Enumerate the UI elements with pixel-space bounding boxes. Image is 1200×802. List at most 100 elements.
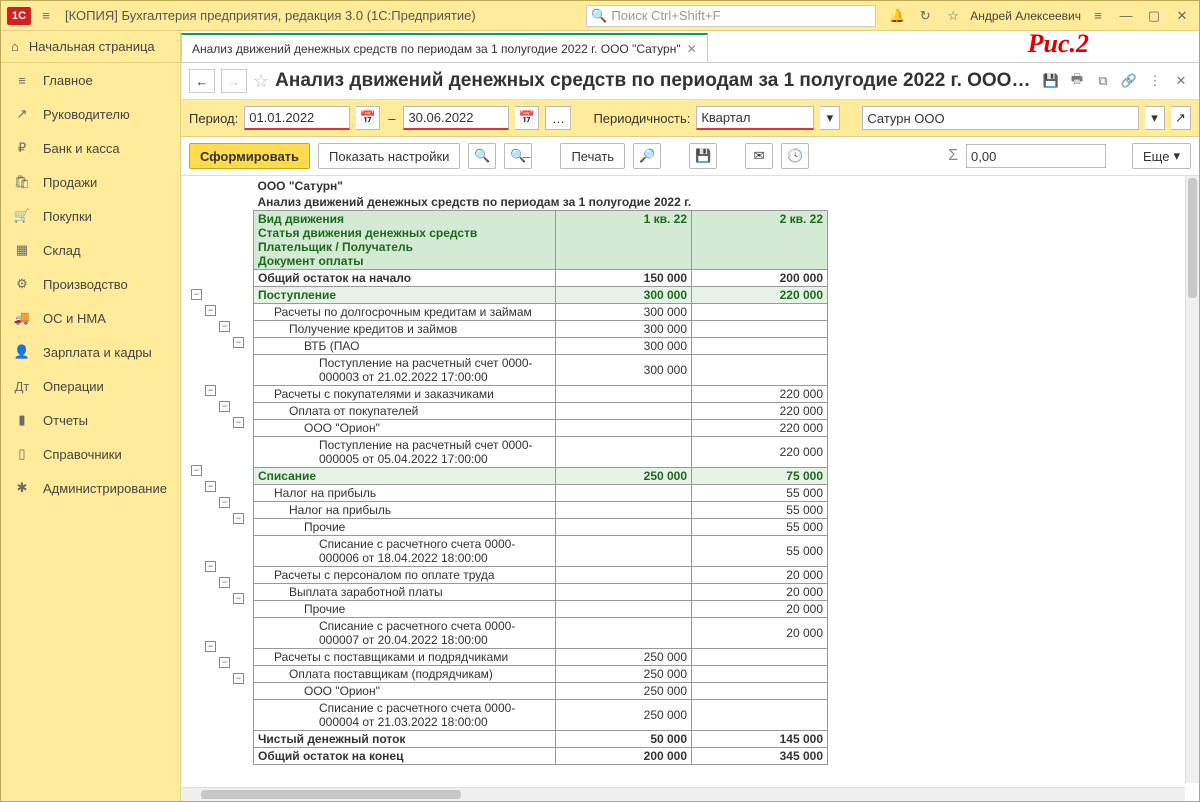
email-icon[interactable]: ✉ [745,143,773,169]
more-button[interactable]: Еще▾ [1132,143,1191,169]
close-page-icon[interactable]: ✕ [1171,71,1191,91]
save-file-icon[interactable]: 💾 [689,143,717,169]
table-row[interactable]: ООО "Орион"220 000 [254,420,828,437]
star-icon[interactable]: ☆ [942,5,964,27]
table-row[interactable]: Чистый денежный поток50 000145 000 [254,731,828,748]
expand-icon[interactable]: − [205,481,216,492]
date-to-calendar-icon[interactable]: 📅 [515,106,539,130]
expand-icon[interactable]: − [219,577,230,588]
table-row[interactable]: Поступление300 000220 000 [254,287,828,304]
table-row[interactable]: Списание с расчетного счета 0000-000004 … [254,700,828,731]
nav-item-1[interactable]: ↗Руководителю [1,97,180,131]
vertical-scrollbar[interactable] [1185,176,1199,783]
expand-icon[interactable]: − [219,657,230,668]
date-to-input[interactable]: 30.06.2022 [403,106,509,130]
nav-item-7[interactable]: 🚚ОС и НМА [1,301,180,335]
schedule-icon[interactable]: 🕓 [781,143,809,169]
table-row[interactable]: Списание с расчетного счета 0000-000007 … [254,618,828,649]
expand-icon[interactable]: − [191,465,202,476]
period-picker-button[interactable]: … [545,106,571,130]
table-row[interactable]: Прочие20 000 [254,601,828,618]
expand-icon[interactable]: − [219,497,230,508]
print-icon[interactable]: 🖶 [1067,71,1087,91]
nav-item-9[interactable]: ДтОперации [1,369,180,403]
table-row[interactable]: Выплата заработной платы20 000 [254,584,828,601]
org-open-icon[interactable]: ↗ [1171,106,1191,130]
table-row[interactable]: ВТБ (ПАО300 000 [254,338,828,355]
nav-item-4[interactable]: 🛒Покупки [1,199,180,233]
expand-icon[interactable]: − [233,593,244,604]
link-icon[interactable]: 🔗 [1119,71,1139,91]
nav-item-8[interactable]: 👤Зарплата и кадры [1,335,180,369]
table-row[interactable]: Оплата поставщикам (подрядчикам)250 000 [254,666,828,683]
table-row[interactable]: Общий остаток на конец200 000345 000 [254,748,828,765]
table-row[interactable]: Поступление на расчетный счет 0000-00000… [254,355,828,386]
periodicity-dropdown-icon[interactable]: ▾ [820,106,840,130]
expand-icon[interactable]: − [205,385,216,396]
table-row[interactable]: Поступление на расчетный счет 0000-00000… [254,437,828,468]
nav-item-11[interactable]: ▯Справочники [1,437,180,471]
date-from-input[interactable]: 01.01.2022 [244,106,350,130]
nav-item-10[interactable]: ▮Отчеты [1,403,180,437]
home-link[interactable]: ⌂ Начальная страница [1,31,180,63]
table-row[interactable]: ООО "Орион"250 000 [254,683,828,700]
user-menu-icon[interactable]: ≡ [1087,5,1109,27]
organization-input[interactable]: Сатурн ООО [862,106,1139,130]
search-report-icon[interactable]: 🔍 [468,143,496,169]
table-row[interactable]: Общий остаток на начало150 000200 000 [254,270,828,287]
bell-icon[interactable]: 🔔 [886,5,908,27]
table-row[interactable]: Расчеты по долгосрочным кредитам и займа… [254,304,828,321]
back-button[interactable]: ← [189,69,215,93]
table-row[interactable]: Прочие55 000 [254,519,828,536]
expand-icon[interactable]: − [233,513,244,524]
expand-icon[interactable]: − [205,305,216,316]
menu-icon[interactable]: ≡ [35,5,57,27]
periodicity-select[interactable]: Квартал [696,106,814,130]
nav-item-5[interactable]: ▦Склад [1,233,180,267]
minimize-icon[interactable]: — [1115,5,1137,27]
tab-report[interactable]: Анализ движений денежных средств по пери… [181,33,708,62]
show-settings-button[interactable]: Показать настройки [318,143,460,169]
close-window-icon[interactable]: ✕ [1171,5,1193,27]
forward-button[interactable]: → [221,69,247,93]
sum-input[interactable]: 0,00 [966,144,1106,168]
nav-item-12[interactable]: ✱Администрирование [1,471,180,505]
table-row[interactable]: Оплата от покупателей220 000 [254,403,828,420]
nav-item-2[interactable]: ₽Банк и касса [1,131,180,165]
expand-icon[interactable]: − [233,673,244,684]
date-from-calendar-icon[interactable]: 📅 [356,106,380,130]
table-row[interactable]: Расчеты с поставщиками и подрядчиками250… [254,649,828,666]
favorite-icon[interactable]: ☆ [253,71,269,92]
horizontal-scrollbar[interactable] [181,787,1185,801]
nav-item-0[interactable]: ≡Главное [1,63,180,97]
expand-icon[interactable]: − [205,561,216,572]
table-row[interactable]: Налог на прибыль55 000 [254,485,828,502]
clear-search-icon[interactable]: 🔍̶ [504,143,532,169]
nav-item-3[interactable]: 🛍Продажи [1,165,180,199]
org-dropdown-icon[interactable]: ▾ [1145,106,1165,130]
expand-icon[interactable]: − [191,289,202,300]
global-search[interactable]: 🔍 Поиск Ctrl+Shift+F [586,5,876,27]
expand-icon[interactable]: − [233,337,244,348]
save-icon[interactable]: 💾 [1041,71,1061,91]
more-icon[interactable]: ⋮ [1145,71,1165,91]
copy-icon[interactable]: ⧉ [1093,71,1113,91]
history-icon[interactable]: ↻ [914,5,936,27]
expand-icon[interactable]: − [205,641,216,652]
table-row[interactable]: Расчеты с персоналом по оплате труда20 0… [254,567,828,584]
print-button[interactable]: Печать [560,143,625,169]
expand-icon[interactable]: − [219,321,230,332]
tab-close-icon[interactable]: ✕ [687,42,697,56]
expand-icon[interactable]: − [219,401,230,412]
nav-item-6[interactable]: ⚙Производство [1,267,180,301]
table-row[interactable]: Расчеты с покупателями и заказчиками220 … [254,386,828,403]
expand-icon[interactable]: − [233,417,244,428]
print-preview-icon[interactable]: 🔎 [633,143,661,169]
table-row[interactable]: Списание с расчетного счета 0000-000006 … [254,536,828,567]
generate-button[interactable]: Сформировать [189,143,310,169]
current-user[interactable]: Андрей Алексеевич [970,9,1081,23]
table-row[interactable]: Получение кредитов и займов300 000 [254,321,828,338]
maximize-icon[interactable]: ▢ [1143,5,1165,27]
table-row[interactable]: Налог на прибыль55 000 [254,502,828,519]
table-row[interactable]: Списание250 00075 000 [254,468,828,485]
